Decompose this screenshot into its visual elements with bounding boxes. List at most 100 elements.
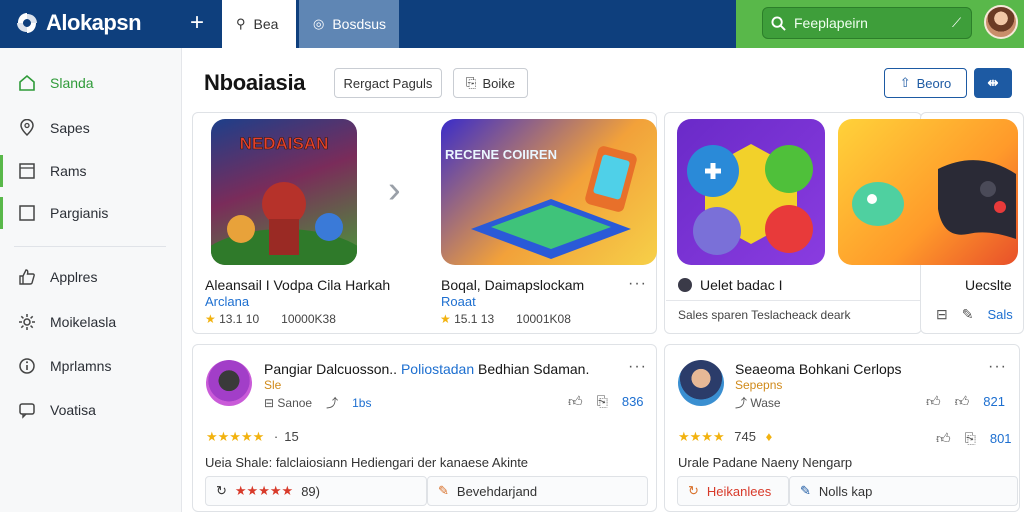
info-icon [19,358,35,374]
sidebar-item-6[interactable]: Mprlamns [0,346,182,386]
post-reactions-2: 👍︎ ⎘ 801 [936,430,1012,447]
like-icon [19,269,35,285]
active-indicator [0,197,3,229]
game-subtitle: Roaat [441,294,476,309]
post-score-2: 801 [989,431,1012,446]
record-button[interactable]: ⇧ Beoro [884,68,967,98]
post-author[interactable]: Pangiar Dalcuosson.. Poliostadan Bedhian… [264,361,589,377]
person-icon: ⚲ [236,16,246,31]
tab-active-label: Bea [253,16,279,32]
user-avatar[interactable] [984,5,1018,39]
game-downloads: 10000K38 [281,312,336,326]
sidebar-item-1[interactable]: Sapes [0,108,182,148]
like-icon[interactable]: 👍︎ [926,393,941,410]
game-meta: ★ 13.1 10 10000K38 [205,312,336,326]
bookmark-icon[interactable]: ⎘ [597,393,608,410]
settings-icon [19,314,35,330]
bookmark-icon[interactable]: ⎘ [965,430,976,447]
sidebar-item-0[interactable]: Slanda [0,63,182,103]
post-link-box[interactable]: ✎ Bevehdarjand [427,476,648,506]
post-link-label: Bevehdarjand [456,483,538,499]
post-author-name: Pangiar Dalcuosson.. [264,361,398,377]
grid-toggle-button[interactable]: ⇹ [974,68,1012,98]
game-title[interactable]: Aleansail I Vodpa Cila Harkah [205,277,390,293]
more-options-button[interactable]: ··· [988,358,1007,376]
upload-icon: ⇧ [899,75,911,90]
grid-toggle-icon: ⇹ [987,75,999,90]
edit-icon: ✎ [800,483,811,498]
post-tag: Sepepns [735,378,783,392]
edit-icon[interactable]: ✎ [962,306,974,323]
game-description: Sales sparen Teslacheack deark [678,308,851,322]
rating-stars: ★★★★ [678,429,725,444]
post-author-rest: Bedhian Sdaman. [478,361,590,377]
star-icon: ★ [205,312,216,326]
app-logo[interactable]: Alokapsn [14,9,142,37]
sidebar-item-4[interactable]: Applres [0,257,182,297]
game-thumbnail[interactable]: RECENE COIIREN [441,119,657,265]
sort-button[interactable]: ⎘ Boike [453,68,528,98]
game-title[interactable]: Boqal, Daimapslockam [441,277,584,293]
more-options-button[interactable]: ··· [628,275,647,293]
game-icon [678,278,692,292]
post-author-link[interactable]: Poliostadan [401,361,474,377]
sidebar-item-2[interactable]: Rams [0,151,182,191]
sidebar-item-5[interactable]: Moikelasla [0,302,182,342]
mic-icon[interactable]: ⟋ [952,15,961,31]
edit-icon: ✎ [438,483,449,498]
sidebar-item-7[interactable]: Voatisa [0,390,182,430]
game-action-label[interactable]: Sals [987,307,1012,322]
post-action-label[interactable]: Wase [750,396,780,410]
tab-secondary-label: Bosdsus [332,16,387,32]
box-value: 89) [301,483,320,499]
add-button[interactable]: + [184,10,210,36]
avatar[interactable] [206,360,252,406]
square-icon [19,205,35,221]
post-link-box[interactable]: ✎ Nolls kap [789,476,1018,506]
post-rating-box[interactable]: ↻ ★★★★★ 89) [205,476,427,506]
game-rating: 15.1 13 [454,312,495,326]
square-icon [19,163,35,179]
search-input[interactable] [794,15,944,31]
box-stars: ★★★★★ [234,483,294,498]
post-count[interactable]: 1bs [352,396,371,410]
game-title: Uelet badac I [700,277,783,293]
sidebar-item-label: Rams [50,163,87,179]
refresh-icon: ↻ [688,483,699,498]
search-box[interactable]: ⟋ [762,7,972,39]
tab-active[interactable]: ⚲ Bea [222,0,296,48]
like-icon[interactable]: 👍︎ [568,393,583,410]
like-icon[interactable]: 👍︎ [955,393,970,410]
more-options-button[interactable]: ··· [628,358,647,376]
post-action-label[interactable]: Sanoe [277,396,312,410]
sidebar-item-label: Moikelasla [50,314,117,330]
record-button-label: Beoro [916,75,952,91]
post-tag: Sle [264,378,282,392]
save-icon[interactable]: ⊟ [936,306,948,323]
share-icon[interactable]: ⤴ [326,394,338,411]
game-thumbnail[interactable] [838,119,1018,265]
post-author[interactable]: Seaeoma Bohkani Cerlops [735,361,902,377]
sidebar-item-3[interactable]: Pargianis [0,193,182,233]
avatar[interactable] [678,360,724,406]
post-tag-box-label: Heikanlees [706,483,772,499]
carousel-next-button[interactable]: › [388,170,414,210]
game-art: RECENE COIIREN [445,146,637,259]
post-rating: ★★★★★ · 15 [206,429,299,444]
sidebar-item-label: Applres [50,269,98,285]
filter-button[interactable]: Rergact Paguls [334,68,442,98]
game-art: NEDAISAN [211,134,357,265]
game-title[interactable]: Uecslte [965,277,1012,293]
game-art [852,160,1016,239]
game-title-row[interactable]: Uelet badac I [678,277,783,293]
game-thumbnail[interactable] [677,119,825,265]
post-tag-box[interactable]: ↻ Heikanlees [677,476,789,506]
game-thumbnail[interactable]: NEDAISAN [211,119,357,265]
tab-secondary[interactable]: ◎ Bosdsus [299,0,399,48]
search-icon [771,15,786,31]
like-icon[interactable]: 👍︎ [936,430,951,447]
share-icon: ⤴ [735,396,748,410]
rating-note: 745 [734,429,756,444]
refresh-icon: ↻ [216,483,227,498]
sidebar-item-label: Mprlamns [50,358,112,374]
